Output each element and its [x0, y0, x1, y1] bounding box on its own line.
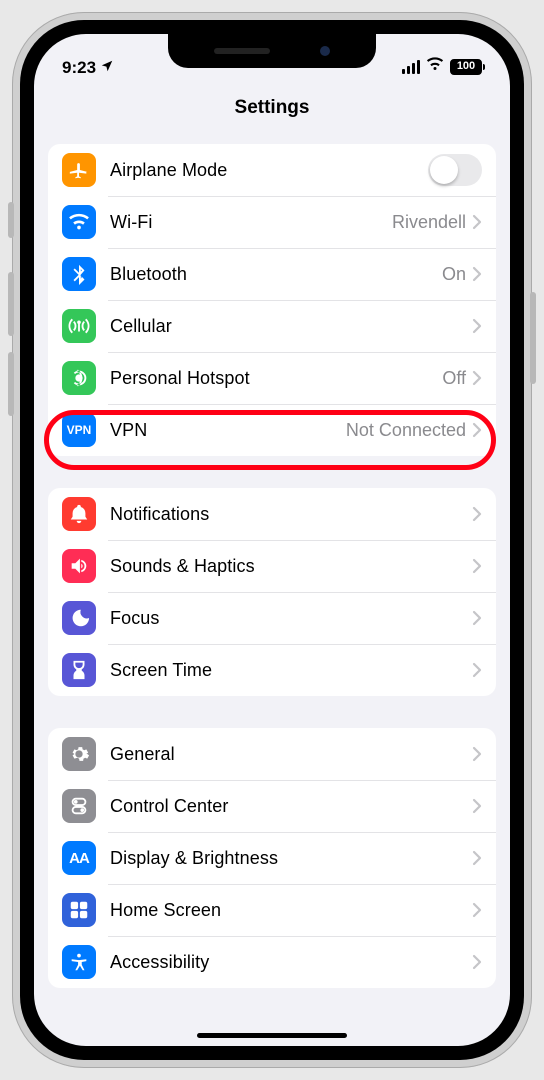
row-airplane-mode: Airplane Mode: [48, 144, 496, 196]
chevron-right-icon: [472, 318, 482, 334]
settings-group: Airplane ModeWi-FiRivendellBluetoothOnCe…: [48, 144, 496, 456]
notifications-icon: [62, 497, 96, 531]
row-label: Cellular: [110, 316, 472, 337]
wifi-icon: [62, 205, 96, 239]
row-label: Airplane Mode: [110, 160, 428, 181]
speaker-grill: [214, 48, 270, 54]
row-home-screen[interactable]: Home Screen: [48, 884, 496, 936]
chevron-right-icon: [472, 850, 482, 866]
control-icon: [62, 789, 96, 823]
row-wi-fi[interactable]: Wi-FiRivendell: [48, 196, 496, 248]
cellular-icon: [62, 309, 96, 343]
row-value: On: [442, 264, 466, 285]
chevron-right-icon: [472, 422, 482, 438]
status-time: 9:23: [62, 58, 96, 78]
battery-indicator: 100: [450, 59, 482, 75]
chevron-right-icon: [472, 798, 482, 814]
settings-list[interactable]: Airplane ModeWi-FiRivendellBluetoothOnCe…: [34, 134, 510, 1046]
screentime-icon: [62, 653, 96, 687]
chevron-right-icon: [472, 902, 482, 918]
side-button[interactable]: [530, 292, 536, 384]
row-value: Rivendell: [392, 212, 466, 233]
row-display-brightness[interactable]: AA Display & Brightness: [48, 832, 496, 884]
chevron-right-icon: [472, 370, 482, 386]
accessibility-icon: [62, 945, 96, 979]
status-right: 100: [402, 55, 482, 78]
row-sounds-haptics[interactable]: Sounds & Haptics: [48, 540, 496, 592]
settings-group: Notifications Sounds & Haptics Focus Screen…: [48, 488, 496, 696]
homescreen-icon: [62, 893, 96, 927]
row-notifications[interactable]: Notifications: [48, 488, 496, 540]
bluetooth-icon: [62, 257, 96, 291]
vpn-icon: VPN: [62, 413, 96, 447]
chevron-right-icon: [472, 662, 482, 678]
sounds-icon: [62, 549, 96, 583]
front-camera: [320, 46, 330, 56]
row-value: Off: [442, 368, 466, 389]
row-value: Not Connected: [346, 420, 466, 441]
focus-icon: [62, 601, 96, 635]
location-icon: [100, 58, 114, 78]
row-label: Display & Brightness: [110, 848, 472, 869]
volume-down-button[interactable]: [8, 352, 14, 416]
mute-switch[interactable]: [8, 202, 14, 238]
chevron-right-icon: [472, 558, 482, 574]
row-label: Accessibility: [110, 952, 472, 973]
notch: [168, 34, 376, 68]
general-icon: [62, 737, 96, 771]
row-general[interactable]: General: [48, 728, 496, 780]
chevron-right-icon: [472, 506, 482, 522]
toggle-airplane-mode[interactable]: [428, 154, 482, 186]
home-indicator[interactable]: [197, 1033, 347, 1038]
screen: 9:23 100 Se: [34, 34, 510, 1046]
row-label: General: [110, 744, 472, 765]
row-accessibility[interactable]: Accessibility: [48, 936, 496, 988]
airplane-icon: [62, 153, 96, 187]
row-screen-time[interactable]: Screen Time: [48, 644, 496, 696]
row-label: Focus: [110, 608, 472, 629]
row-label: Personal Hotspot: [110, 368, 442, 389]
row-label: Wi-Fi: [110, 212, 392, 233]
chevron-right-icon: [472, 746, 482, 762]
row-label: VPN: [110, 420, 346, 441]
row-cellular[interactable]: Cellular: [48, 300, 496, 352]
navbar: Settings: [34, 82, 510, 134]
row-vpn[interactable]: VPNVPNNot Connected: [48, 404, 496, 456]
row-label: Sounds & Haptics: [110, 556, 472, 577]
page-title: Settings: [235, 97, 310, 119]
row-control-center[interactable]: Control Center: [48, 780, 496, 832]
wifi-status-icon: [426, 55, 444, 78]
device-bezel: 9:23 100 Se: [20, 20, 524, 1060]
settings-group: General Control Center AA Display & Brightn…: [48, 728, 496, 988]
battery-level: 100: [450, 59, 482, 75]
row-label: Bluetooth: [110, 264, 442, 285]
display-icon: AA: [62, 841, 96, 875]
chevron-right-icon: [472, 610, 482, 626]
chevron-right-icon: [472, 954, 482, 970]
chevron-right-icon: [472, 266, 482, 282]
row-focus[interactable]: Focus: [48, 592, 496, 644]
row-bluetooth[interactable]: BluetoothOn: [48, 248, 496, 300]
row-label: Notifications: [110, 504, 472, 525]
row-label: Screen Time: [110, 660, 472, 681]
row-label: Home Screen: [110, 900, 472, 921]
row-personal-hotspot[interactable]: Personal HotspotOff: [48, 352, 496, 404]
device-frame: 9:23 100 Se: [12, 12, 532, 1068]
cellular-signal-icon: [402, 60, 420, 74]
chevron-right-icon: [472, 214, 482, 230]
row-label: Control Center: [110, 796, 472, 817]
hotspot-icon: [62, 361, 96, 395]
status-left: 9:23: [62, 58, 114, 78]
volume-up-button[interactable]: [8, 272, 14, 336]
